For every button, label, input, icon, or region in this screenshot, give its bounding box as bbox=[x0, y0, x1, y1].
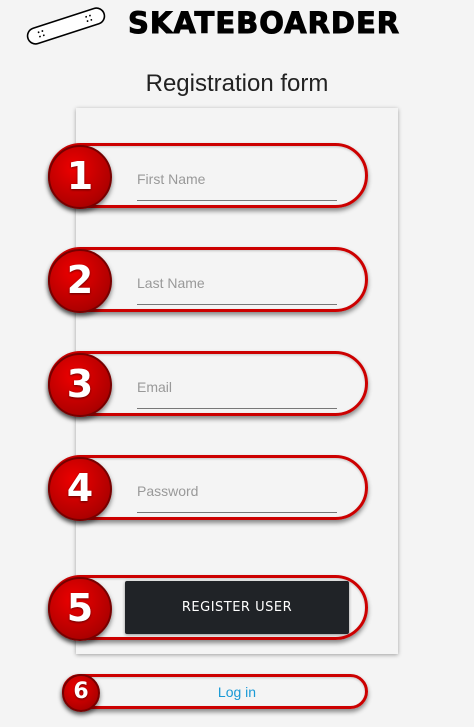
callout-badge-4: 4 bbox=[48, 457, 112, 521]
app-header: SKATEBOARDER bbox=[0, 0, 474, 60]
form-title: Registration form bbox=[145, 70, 329, 97]
callout-badge-5: 5 bbox=[48, 577, 112, 641]
email-placeholder: Email bbox=[137, 379, 173, 395]
register-user-button[interactable]: REGISTER USER bbox=[125, 581, 349, 634]
first-name-placeholder: First Name bbox=[137, 171, 206, 187]
skateboard-icon bbox=[26, 7, 106, 45]
callout-badge-2: 2 bbox=[48, 249, 112, 313]
brand-name: SKATEBOARDER bbox=[127, 6, 401, 41]
password-placeholder: Password bbox=[137, 483, 199, 499]
first-name-field[interactable]: First Name bbox=[137, 161, 337, 201]
callout-badge-1: 1 bbox=[48, 145, 112, 209]
last-name-field[interactable]: Last Name bbox=[137, 265, 337, 305]
callout-badge-3: 3 bbox=[48, 353, 112, 417]
last-name-placeholder: Last Name bbox=[137, 275, 205, 291]
password-field[interactable]: Password bbox=[137, 473, 337, 513]
callout-badge-6: 6 bbox=[62, 674, 100, 712]
email-field[interactable]: Email bbox=[137, 369, 337, 409]
